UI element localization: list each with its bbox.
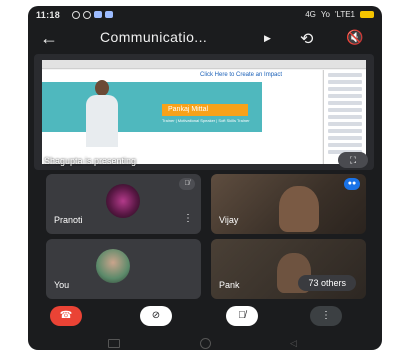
participant-tile-vijay[interactable]: ●● Vijay bbox=[211, 174, 366, 234]
participant-tile-you[interactable]: You bbox=[46, 239, 201, 299]
battery-icon bbox=[360, 11, 374, 18]
speaker-off-icon[interactable]: 🔇 bbox=[346, 29, 363, 46]
screen-share-view[interactable]: Click Here to Create an Impact Pankaj Mi… bbox=[34, 54, 374, 170]
back-arrow-icon[interactable]: ← bbox=[40, 28, 58, 48]
home-icon[interactable] bbox=[200, 338, 211, 349]
participant-tile-pank[interactable]: Pank 73 others bbox=[211, 239, 366, 299]
participant-name: You bbox=[54, 280, 70, 290]
system-icons: 4G Yo 'LTE1 bbox=[305, 10, 374, 19]
status-time: 11:18 bbox=[36, 10, 61, 20]
fullscreen-button[interactable]: ⛶ bbox=[338, 152, 368, 168]
slide-side-panel bbox=[323, 70, 366, 164]
presenting-status: Shagupta is presenting bbox=[44, 156, 137, 166]
android-nav-bar: ◁ bbox=[28, 336, 382, 350]
others-count-chip[interactable]: 73 others bbox=[298, 275, 356, 291]
slide-link-text: Click Here to Create an Impact bbox=[200, 72, 283, 78]
participant-tile-pranoti[interactable]: 🎙̸ Pranoti ⋮ bbox=[46, 174, 201, 234]
signal-icon: Yo bbox=[320, 10, 330, 19]
sync-icon bbox=[72, 11, 80, 19]
recents-icon[interactable] bbox=[108, 339, 120, 348]
mail-icon bbox=[105, 11, 113, 18]
camera-toggle-button[interactable]: ⊘ bbox=[140, 306, 172, 326]
camera-off-icon: ⊘ bbox=[151, 310, 161, 321]
switch-camera-icon[interactable]: ⟲ bbox=[300, 29, 313, 49]
more-vertical-icon[interactable]: ⋮ bbox=[183, 214, 193, 224]
more-options-button[interactable]: ⋮ bbox=[310, 306, 342, 326]
phone-screen: 11:18 4G Yo 'LTE1 ← Communicatio... ▶ ⟲ … bbox=[28, 6, 382, 350]
mic-off-icon: 🎙̸ bbox=[238, 310, 246, 321]
mic-toggle-button[interactable]: 🎙̸ bbox=[226, 306, 258, 326]
back-icon[interactable]: ◁ bbox=[290, 338, 297, 349]
message-icon bbox=[94, 11, 102, 18]
avatar bbox=[106, 184, 140, 218]
participant-name: Pranoti bbox=[54, 215, 83, 225]
end-call-icon: ☎ bbox=[59, 310, 73, 321]
presenter-nameplate: Pankaj Mittal bbox=[162, 104, 248, 116]
lte-signal: 'LTE1 bbox=[334, 10, 355, 19]
participant-name: Pank bbox=[219, 280, 240, 290]
speaking-indicator-icon: ●● bbox=[344, 178, 360, 190]
chevron-right-icon[interactable]: ▶ bbox=[264, 33, 271, 44]
more-vertical-icon: ⋮ bbox=[321, 310, 331, 321]
end-call-button[interactable]: ☎ bbox=[50, 306, 82, 326]
notification-icons bbox=[72, 11, 113, 19]
fullscreen-icon: ⛶ bbox=[349, 155, 357, 165]
presenter-photo bbox=[84, 80, 120, 150]
slide-menu-bar bbox=[42, 60, 366, 69]
participant-video bbox=[279, 186, 319, 232]
avatar bbox=[96, 249, 130, 283]
mic-off-icon: 🎙̸ bbox=[179, 178, 195, 190]
network-4g: 4G bbox=[305, 10, 316, 19]
participant-name: Vijay bbox=[219, 215, 239, 225]
status-bar: 11:18 4G Yo 'LTE1 bbox=[28, 6, 382, 24]
whatsapp-icon bbox=[83, 11, 91, 19]
presenter-subtitle: Trainer | Motivational Speaker | Soft Sk… bbox=[162, 118, 250, 123]
presentation-slide: Click Here to Create an Impact Pankaj Mi… bbox=[42, 60, 366, 164]
call-controls: ☎ ⊘ 🎙̸ ⋮ bbox=[28, 306, 382, 334]
meeting-title[interactable]: Communicatio... bbox=[100, 29, 207, 45]
call-toolbar: ← Communicatio... ▶ ⟲ 🔇 bbox=[28, 26, 382, 52]
